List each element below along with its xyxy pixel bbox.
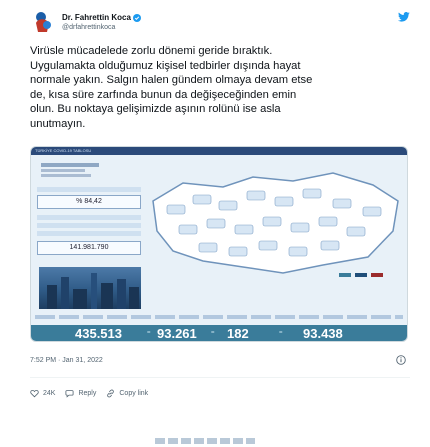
tweet-header: Dr. Fahrettin Koca @drfahrettinkoca (30, 8, 410, 38)
heart-icon (30, 389, 39, 397)
media-header-text: TÜRKİYE COVID-19 TABLOSU (35, 148, 92, 153)
ministry-logo-icon (41, 163, 99, 177)
reply-icon (65, 389, 74, 398)
count-tests: 435.513 (75, 326, 122, 341)
turkey-province-map (152, 172, 399, 277)
twitter-logo-icon[interactable] (398, 12, 410, 22)
count-recovered: 93.438 (303, 326, 343, 341)
stat-label-bar (37, 223, 141, 228)
count-separator: = (211, 330, 215, 336)
author-names[interactable]: Dr. Fahrettin Koca @drfahrettinkoca (62, 13, 141, 32)
tweet-text: Virüsle mücadelede zorlu dönemi geride b… (30, 45, 313, 130)
next-media-strip (155, 438, 255, 444)
stats-legend-row (35, 315, 403, 319)
total-doses-box: 141.981.790 (37, 241, 141, 255)
tweet-actions: 24K Reply Copy link (30, 387, 158, 399)
copy-link-button[interactable]: Copy link (106, 389, 148, 398)
media-left-panel: % 84,42 141.981.790 (35, 159, 143, 309)
count-separator: = (279, 330, 283, 336)
count-separator: = (147, 330, 151, 336)
avatar[interactable] (30, 8, 56, 34)
author-handle[interactable]: @drfahrettinkoca (62, 23, 141, 32)
count-cases: 93.261 (157, 326, 197, 341)
count-deaths: 182 (227, 326, 249, 341)
daily-counts-bar: 435.513 = 93.261 = 182 = 93.438 (31, 325, 407, 341)
vaccination-rate-box: % 84,42 (37, 195, 141, 209)
stat-label-bar (37, 215, 141, 220)
like-count: 24K (43, 389, 56, 397)
info-icon[interactable] (396, 355, 406, 365)
media-header-bar: TÜRKİYE COVID-19 TABLOSU (31, 147, 407, 155)
divider (30, 377, 410, 378)
next-media-preview (155, 430, 255, 447)
map-legend (339, 273, 383, 277)
city-photo (39, 267, 141, 309)
display-name-text: Dr. Fahrettin Koca (62, 13, 131, 22)
city-skyline-icon (47, 273, 139, 309)
reply-label: Reply (78, 389, 97, 397)
author-display-name[interactable]: Dr. Fahrettin Koca (62, 13, 141, 23)
tweet-timestamp[interactable]: 7:52 PM · Jan 31, 2022 (30, 357, 103, 364)
tweet-media-image[interactable]: TÜRKİYE COVID-19 TABLOSU % 84,42 141.981… (30, 146, 408, 342)
stat-label-bar (37, 231, 141, 236)
like-button[interactable]: 24K (30, 389, 55, 398)
stat-label-bar (37, 187, 141, 192)
reply-button[interactable]: Reply (65, 389, 96, 398)
avatar-image-icon (30, 8, 56, 34)
link-icon (107, 389, 115, 397)
copy-link-label: Copy link (119, 389, 149, 397)
verified-badge-icon (132, 14, 141, 22)
